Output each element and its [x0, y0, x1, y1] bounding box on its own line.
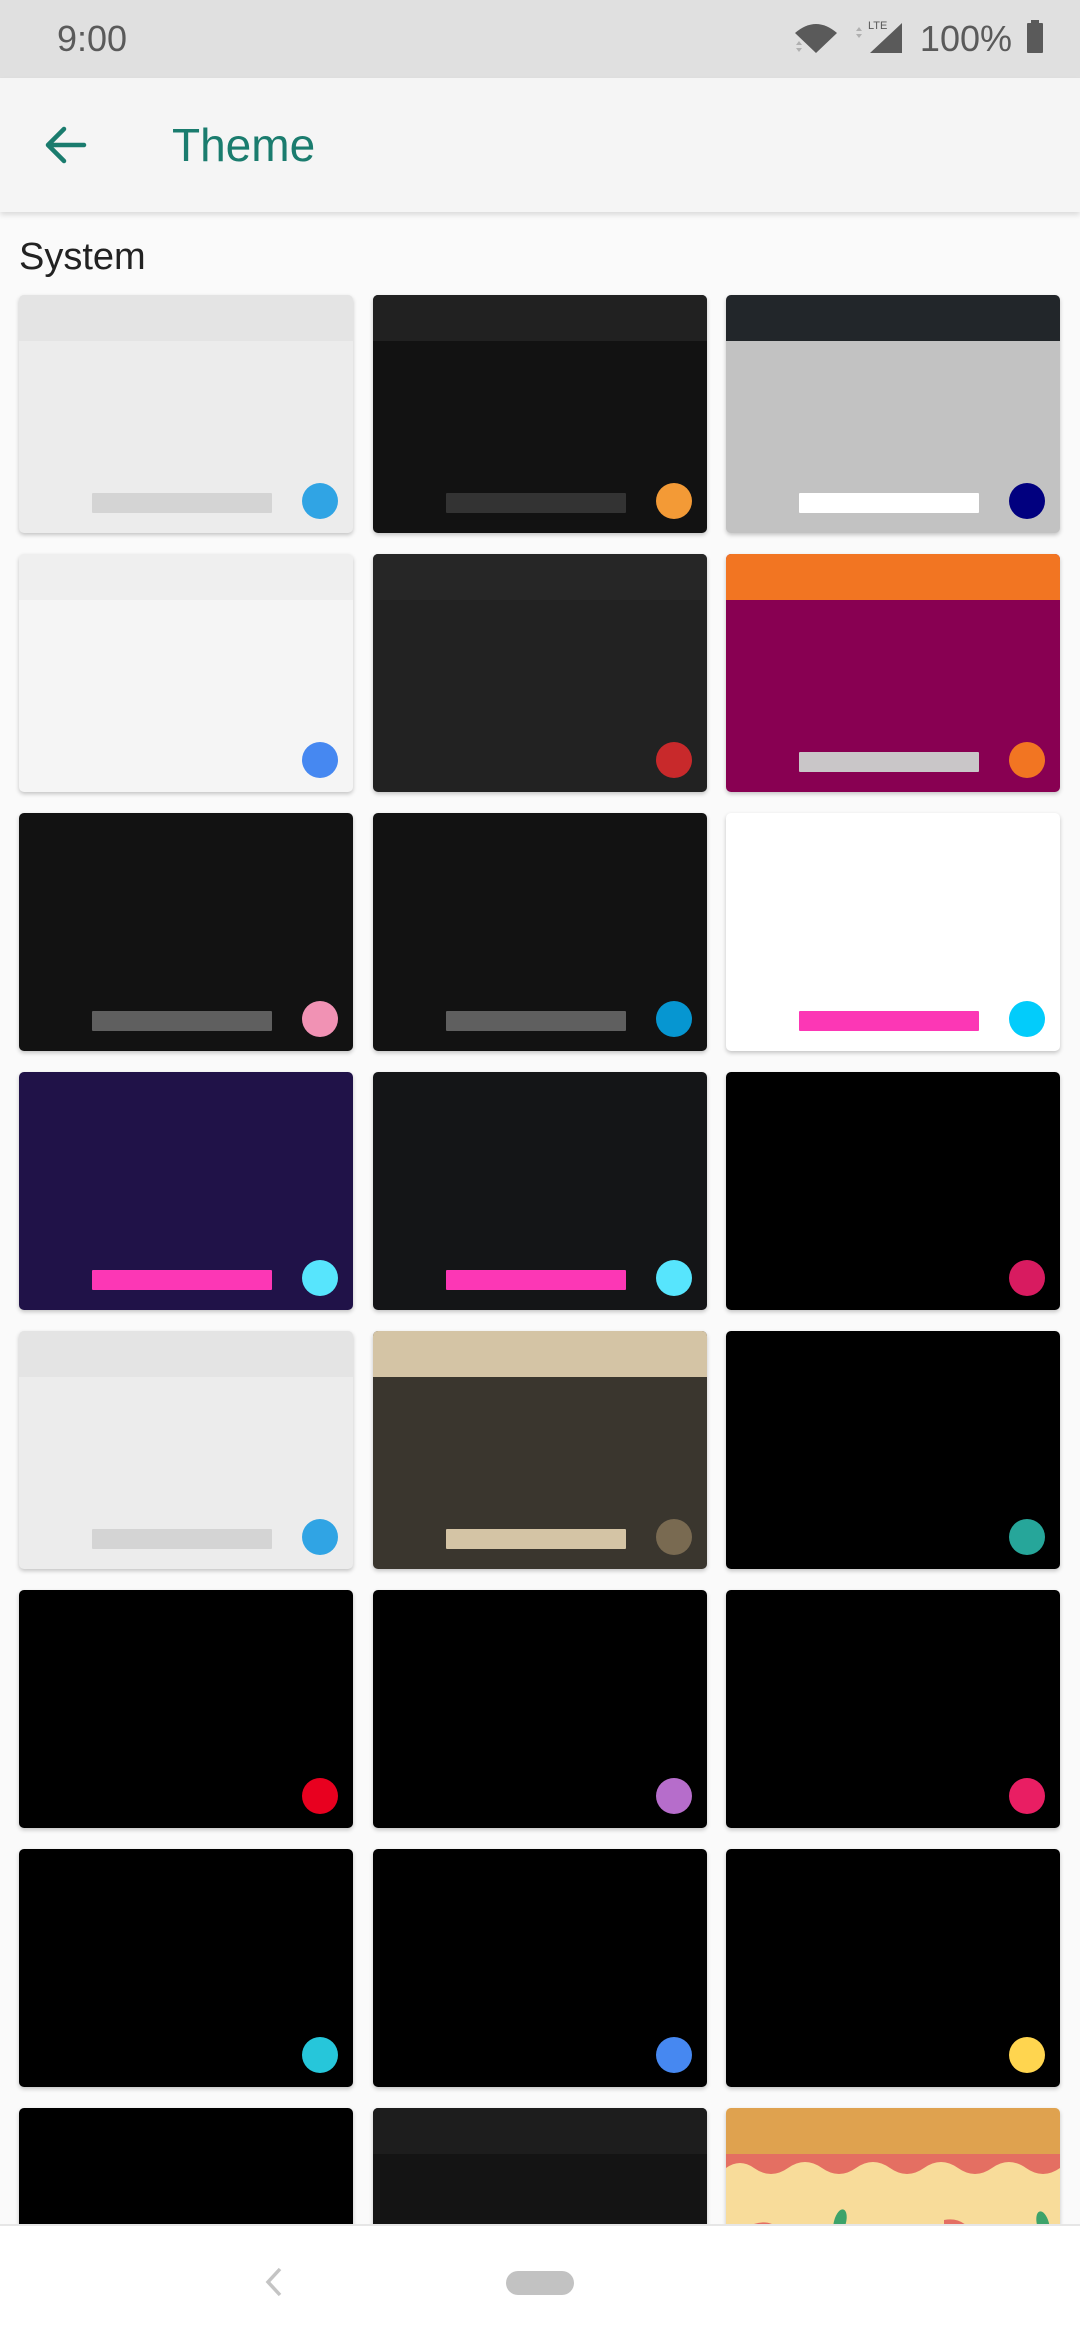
status-time: 9:00 [57, 18, 128, 59]
theme-card-accent-dot [302, 2037, 338, 2073]
theme-card-accent-dot [656, 483, 692, 519]
nav-back-icon[interactable] [262, 2266, 286, 2298]
theme-card-text-bar [92, 493, 272, 513]
theme-card-header [373, 554, 707, 600]
svg-text:LTE: LTE [868, 20, 887, 32]
theme-card-header [726, 295, 1060, 341]
theme-card-accent-dot [302, 742, 338, 778]
theme-card-header [19, 295, 353, 341]
theme-card[interactable] [726, 1849, 1060, 2087]
theme-card-accent-dot [302, 1519, 338, 1555]
theme-card[interactable] [19, 1849, 353, 2087]
section-label-system: System [19, 236, 146, 278]
theme-card[interactable] [726, 813, 1060, 1051]
theme-card[interactable] [19, 2108, 353, 2224]
pizza-pattern-illustration [726, 2154, 1060, 2224]
back-button[interactable] [36, 115, 96, 175]
theme-card[interactable] [19, 1331, 353, 1569]
theme-card[interactable] [373, 1072, 707, 1310]
theme-card-accent-dot [302, 1778, 338, 1814]
theme-card[interactable] [373, 295, 707, 533]
theme-card-text-bar [446, 1270, 626, 1290]
theme-card-accent-dot [302, 1260, 338, 1296]
theme-card[interactable] [373, 1849, 707, 2087]
theme-card-accent-dot [1009, 483, 1045, 519]
theme-card[interactable] [19, 1590, 353, 1828]
theme-card-text-bar [799, 1011, 979, 1031]
theme-card-accent-dot [656, 2037, 692, 2073]
theme-card[interactable] [726, 295, 1060, 533]
app-bar: Theme [0, 78, 1080, 212]
theme-card[interactable] [726, 1331, 1060, 1569]
theme-card-header [726, 2108, 1060, 2154]
theme-card[interactable] [19, 295, 353, 533]
theme-card[interactable] [19, 813, 353, 1051]
theme-card-accent-dot [302, 483, 338, 519]
theme-card-accent-dot [656, 1778, 692, 1814]
theme-card-text-bar [446, 1011, 626, 1031]
theme-card-text-bar [446, 1529, 626, 1549]
theme-card[interactable] [373, 1331, 707, 1569]
theme-card-accent-dot [656, 742, 692, 778]
cellular-signal-icon: LTE [854, 19, 906, 60]
theme-card-header [726, 554, 1060, 600]
theme-card[interactable] [373, 813, 707, 1051]
status-icons: LTE 100% [792, 14, 1044, 64]
theme-card-accent-dot [656, 1001, 692, 1037]
theme-card-header [373, 295, 707, 341]
theme-card[interactable] [726, 1590, 1060, 1828]
status-bar: 9:00 LTE 100% [0, 0, 1080, 78]
wifi-icon [792, 19, 840, 60]
nav-home-pill[interactable] [506, 2271, 574, 2295]
theme-card-text-bar [799, 752, 979, 772]
theme-card[interactable] [373, 554, 707, 792]
theme-card-text-bar [446, 493, 626, 513]
battery-percent: 100% [919, 18, 1012, 59]
theme-card-text-bar [92, 1270, 272, 1290]
theme-card-accent-dot [1009, 1260, 1045, 1296]
theme-card-accent-dot [1009, 1778, 1045, 1814]
theme-card[interactable] [373, 1590, 707, 1828]
theme-card-accent-dot [1009, 2037, 1045, 2073]
theme-grid [0, 0, 1080, 2224]
theme-card[interactable] [726, 1072, 1060, 1310]
theme-card-header [19, 554, 353, 600]
theme-card[interactable] [19, 554, 353, 792]
theme-card-header [373, 1331, 707, 1377]
theme-card-header [19, 1331, 353, 1377]
theme-card-accent-dot [1009, 1001, 1045, 1037]
battery-icon [1026, 19, 1044, 59]
theme-card-header [373, 2108, 707, 2154]
theme-card[interactable] [19, 1072, 353, 1310]
theme-card-accent-dot [1009, 1519, 1045, 1555]
theme-card-accent-dot [302, 1001, 338, 1037]
theme-card[interactable] [726, 554, 1060, 792]
theme-card-text-bar [92, 1011, 272, 1031]
theme-card-text-bar [92, 1529, 272, 1549]
theme-card-accent-dot [656, 1519, 692, 1555]
theme-card-text-bar [799, 493, 979, 513]
theme-card-accent-dot [1009, 742, 1045, 778]
theme-card-accent-dot [656, 1260, 692, 1296]
theme-card[interactable] [726, 2108, 1060, 2224]
page-title: Theme [172, 119, 316, 171]
arrow-back-icon [45, 126, 87, 164]
navigation-bar [0, 2224, 1080, 2342]
theme-card[interactable] [373, 2108, 707, 2224]
